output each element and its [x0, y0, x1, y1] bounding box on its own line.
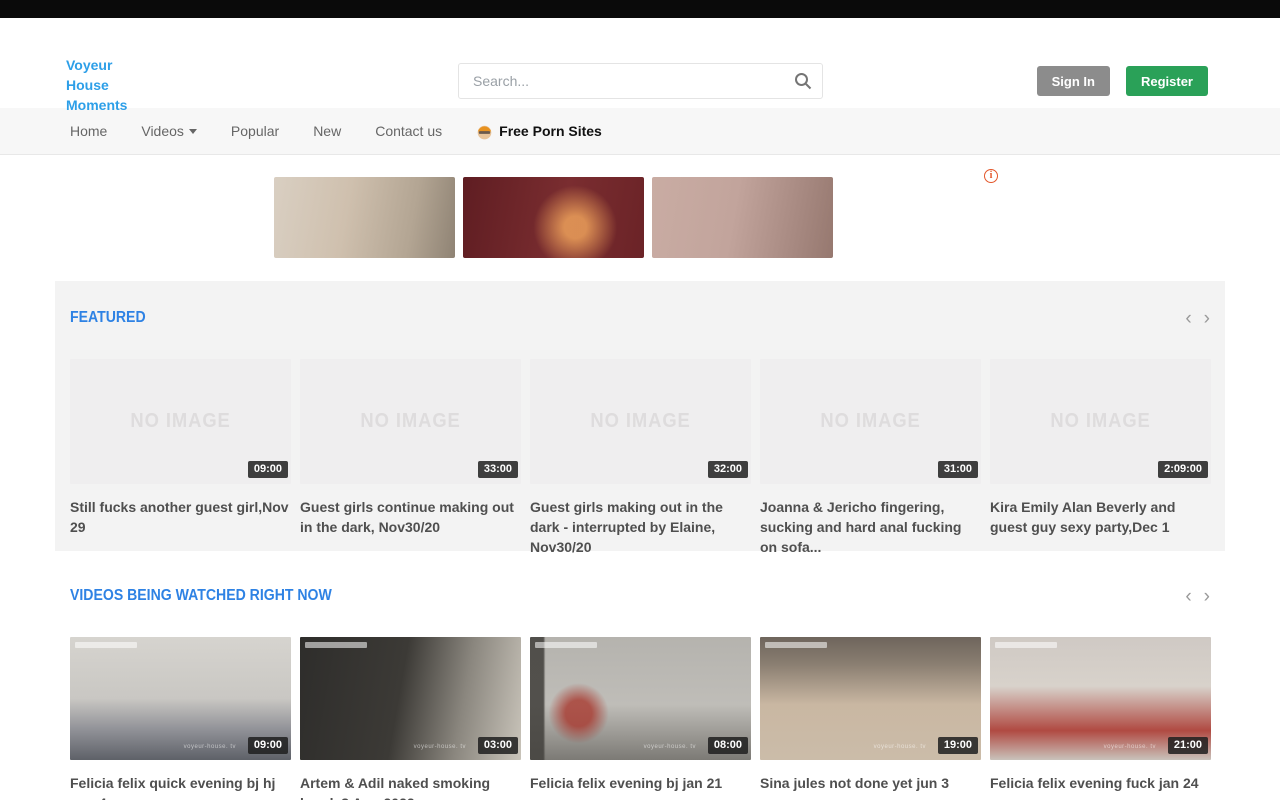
- video-thumbnail[interactable]: voyeur-house. tv 21:00: [990, 637, 1211, 760]
- video-title[interactable]: Kira Emily Alan Beverly and guest guy se…: [990, 497, 1211, 537]
- duration-badge: 31:00: [938, 461, 978, 478]
- thumbnail-watermark: voyeur-house. tv: [874, 744, 926, 750]
- sign-in-button[interactable]: Sign In: [1037, 66, 1110, 96]
- logo-line-1: Voyeur: [66, 55, 127, 75]
- duration-badge: 2:09:00: [1158, 461, 1208, 478]
- duration-badge: 32:00: [708, 461, 748, 478]
- carousel-next-icon[interactable]: ›: [1204, 587, 1210, 606]
- duration-badge: 03:00: [478, 737, 518, 754]
- duration-badge: 09:00: [248, 737, 288, 754]
- no-image-placeholder: NO IMAGE: [1050, 410, 1150, 433]
- free-porn-sites-favicon-icon: [476, 123, 493, 140]
- register-button[interactable]: Register: [1126, 66, 1208, 96]
- video-thumbnail[interactable]: NO IMAGE 31:00: [760, 359, 981, 484]
- video-title[interactable]: Joanna & Jericho fingering, sucking and …: [760, 497, 981, 557]
- watching-card-1[interactable]: voyeur-house. tv 09:00 Felicia felix qui…: [70, 637, 291, 800]
- video-title[interactable]: Felicia felix quick evening bj hj nov 4: [70, 773, 291, 800]
- duration-badge: 33:00: [478, 461, 518, 478]
- thumbnail-watermark: voyeur-house. tv: [414, 744, 466, 750]
- watching-card-3[interactable]: voyeur-house. tv 08:00 Felicia felix eve…: [530, 637, 751, 800]
- no-image-placeholder: NO IMAGE: [360, 410, 460, 433]
- video-thumbnail[interactable]: voyeur-house. tv 19:00: [760, 637, 981, 760]
- video-thumbnail[interactable]: voyeur-house. tv 08:00: [530, 637, 751, 760]
- featured-card-3[interactable]: NO IMAGE 32:00 Guest girls making out in…: [530, 359, 751, 557]
- featured-card-5[interactable]: NO IMAGE 2:09:00 Kira Emily Alan Beverly…: [990, 359, 1211, 557]
- no-image-placeholder: NO IMAGE: [820, 410, 920, 433]
- video-thumbnail[interactable]: NO IMAGE 09:00: [70, 359, 291, 484]
- nav-item-home[interactable]: Home: [70, 123, 107, 139]
- featured-section: FEATURED ‹ › NO IMAGE 09:00 Still fucks …: [55, 281, 1225, 551]
- watching-card-5[interactable]: voyeur-house. tv 21:00 Felicia felix eve…: [990, 637, 1211, 800]
- video-thumbnail[interactable]: voyeur-house. tv 03:00: [300, 637, 521, 760]
- main-nav: Home Videos Popular New Contact us Free …: [0, 108, 1280, 155]
- thumbnail-watermark: voyeur-house. tv: [184, 744, 236, 750]
- nav-item-videos-label: Videos: [141, 123, 184, 139]
- watching-carousel-nav: ‹ ›: [1185, 587, 1210, 606]
- featured-carousel-nav: ‹ ›: [1185, 309, 1210, 328]
- video-thumbnail[interactable]: NO IMAGE 32:00: [530, 359, 751, 484]
- auth-buttons: Sign In Register: [1037, 66, 1208, 96]
- nav-item-contact-us[interactable]: Contact us: [375, 123, 442, 139]
- nav-item-new[interactable]: New: [313, 123, 341, 139]
- search-button[interactable]: [793, 71, 813, 91]
- ad-info-icon[interactable]: i: [984, 169, 998, 183]
- carousel-prev-icon[interactable]: ‹: [1185, 309, 1191, 328]
- duration-badge: 08:00: [708, 737, 748, 754]
- nav-promo-label: Free Porn Sites: [499, 123, 602, 139]
- video-title[interactable]: Guest girls continue making out in the d…: [300, 497, 521, 537]
- no-image-placeholder: NO IMAGE: [590, 410, 690, 433]
- search-input[interactable]: [458, 63, 823, 99]
- logo-line-2: House: [66, 75, 127, 95]
- featured-section-title: FEATURED: [70, 309, 146, 327]
- watching-section-head: VIDEOS BEING WATCHED RIGHT NOW ‹ ›: [70, 587, 1210, 605]
- duration-badge: 09:00: [248, 461, 288, 478]
- video-title[interactable]: Felicia felix evening fuck jan 24: [990, 773, 1211, 793]
- ad-thumbnail-3[interactable]: [652, 177, 833, 258]
- video-title[interactable]: Sina jules not done yet jun 3: [760, 773, 981, 793]
- video-thumbnail[interactable]: NO IMAGE 2:09:00: [990, 359, 1211, 484]
- search-box: [458, 63, 823, 99]
- ad-thumbnail-1[interactable]: [274, 177, 455, 258]
- watching-cards-row: voyeur-house. tv 09:00 Felicia felix qui…: [70, 637, 1210, 800]
- duration-badge: 19:00: [938, 737, 978, 754]
- no-image-placeholder: NO IMAGE: [130, 410, 230, 433]
- featured-cards-row: NO IMAGE 09:00 Still fucks another guest…: [70, 359, 1210, 557]
- ad-banner: i: [274, 177, 1003, 258]
- site-header: Voyeur House Moments Sign In Register: [0, 18, 1280, 108]
- nav-item-videos[interactable]: Videos: [141, 123, 197, 139]
- top-black-bar: [0, 0, 1280, 18]
- ad-tiles: [274, 177, 1003, 258]
- ad-thumbnail-2[interactable]: [463, 177, 644, 258]
- video-thumbnail[interactable]: voyeur-house. tv 09:00: [70, 637, 291, 760]
- chevron-down-icon: [189, 129, 197, 134]
- carousel-next-icon[interactable]: ›: [1204, 309, 1210, 328]
- featured-card-1[interactable]: NO IMAGE 09:00 Still fucks another guest…: [70, 359, 291, 557]
- video-title[interactable]: Artem & Adil naked smoking break 3 Aug 2…: [300, 773, 521, 800]
- video-title[interactable]: Felicia felix evening bj jan 21: [530, 773, 751, 793]
- thumbnail-watermark: voyeur-house. tv: [1104, 744, 1156, 750]
- watching-card-2[interactable]: voyeur-house. tv 03:00 Artem & Adil nake…: [300, 637, 521, 800]
- site-logo[interactable]: Voyeur House Moments: [66, 55, 127, 115]
- watching-section: VIDEOS BEING WATCHED RIGHT NOW ‹ › voyeu…: [55, 587, 1225, 800]
- carousel-prev-icon[interactable]: ‹: [1185, 587, 1191, 606]
- nav-item-popular[interactable]: Popular: [231, 123, 279, 139]
- video-title[interactable]: Still fucks another guest girl,Nov 29: [70, 497, 291, 537]
- nav-item-free-porn-sites[interactable]: Free Porn Sites: [476, 123, 602, 140]
- featured-section-head: FEATURED ‹ ›: [70, 281, 1210, 327]
- duration-badge: 21:00: [1168, 737, 1208, 754]
- watching-card-4[interactable]: voyeur-house. tv 19:00 Sina jules not do…: [760, 637, 981, 800]
- video-thumbnail[interactable]: NO IMAGE 33:00: [300, 359, 521, 484]
- watching-section-title: VIDEOS BEING WATCHED RIGHT NOW: [70, 587, 332, 605]
- featured-card-4[interactable]: NO IMAGE 31:00 Joanna & Jericho fingerin…: [760, 359, 981, 557]
- video-title[interactable]: Guest girls making out in the dark - int…: [530, 497, 751, 557]
- logo-line-3: Moments: [66, 95, 127, 115]
- search-icon: [793, 71, 813, 91]
- featured-card-2[interactable]: NO IMAGE 33:00 Guest girls continue maki…: [300, 359, 521, 557]
- thumbnail-watermark: voyeur-house. tv: [644, 744, 696, 750]
